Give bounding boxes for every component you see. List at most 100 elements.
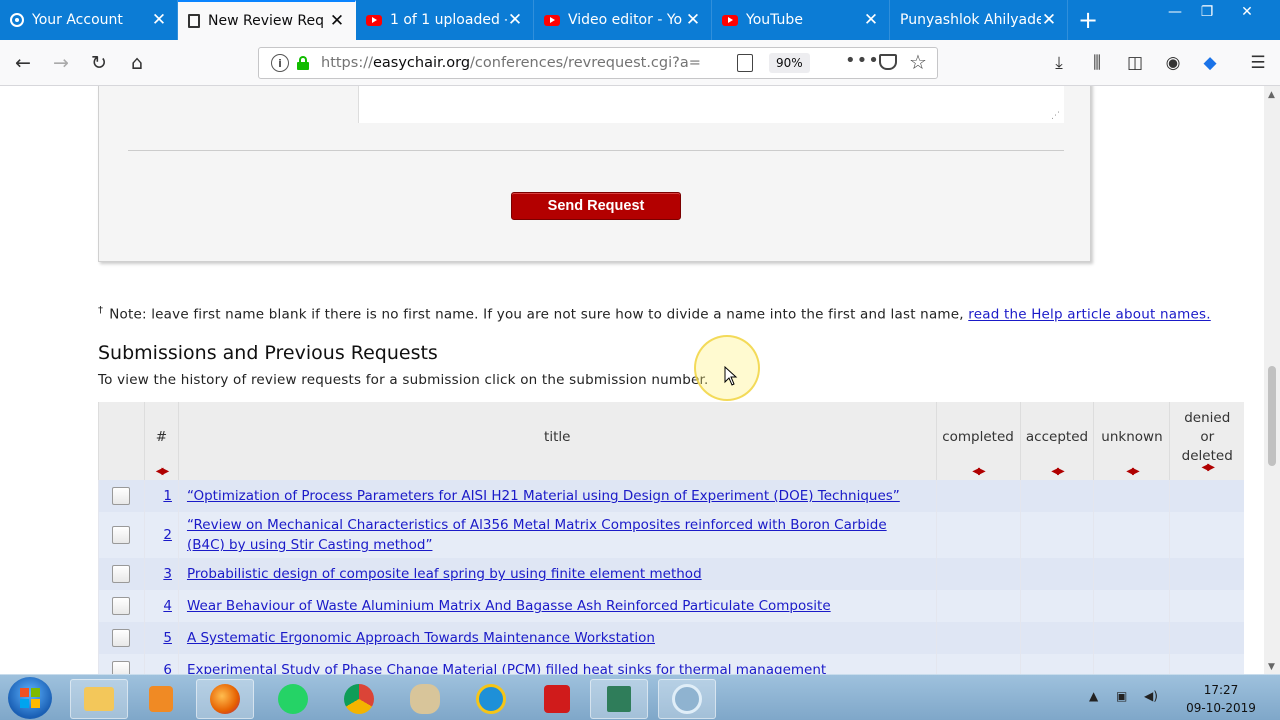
back-arrow-icon[interactable]: ← — [8, 48, 38, 78]
row-checkbox[interactable] — [112, 629, 131, 647]
submission-number-link[interactable]: 4 — [163, 598, 172, 614]
home-icon[interactable]: ⌂ — [122, 48, 152, 78]
row-checkbox[interactable] — [112, 661, 131, 674]
submission-number-link[interactable]: 2 — [163, 527, 172, 543]
tab-label: Video editor - Yo — [568, 12, 683, 28]
resize-grip-icon[interactable]: ⋰ — [1051, 111, 1060, 121]
volume-icon[interactable]: ◀) — [1144, 689, 1158, 703]
close-icon[interactable]: ✕ — [507, 10, 523, 30]
zoom-level[interactable]: 90% — [769, 53, 810, 73]
url-text[interactable]: https://easychair.org/conferences/revreq… — [321, 55, 701, 71]
start-button[interactable] — [8, 677, 52, 719]
reader-view-icon[interactable] — [737, 54, 753, 72]
submission-title-link[interactable]: Probabilistic design of composite leaf s… — [187, 566, 702, 582]
tab-youtube[interactable]: YouTube ✕ — [712, 0, 890, 40]
help-names-link[interactable]: read the Help article about names. — [968, 307, 1211, 323]
unknown-header[interactable]: unknown ◀▶ — [1093, 402, 1170, 480]
page-content: ⋰ Send Request † Note: leave first name b… — [0, 86, 1264, 674]
library-icon[interactable]: ⫼ — [1084, 50, 1110, 76]
table-row: 5 A Systematic Ergonomic Approach Toward… — [98, 622, 1244, 654]
row-checkbox[interactable] — [112, 597, 131, 615]
unknown-cell — [1093, 654, 1170, 674]
internet-explorer-icon[interactable] — [462, 679, 520, 719]
windows-logo-icon — [20, 688, 40, 708]
new-tab-button[interactable]: + — [1068, 0, 1108, 40]
close-icon[interactable]: ✕ — [863, 10, 879, 30]
close-icon[interactable]: ✕ — [329, 11, 345, 31]
page-actions-icon[interactable]: ••• — [845, 50, 880, 71]
sidebar-icon[interactable]: ◫ — [1122, 50, 1148, 76]
submission-number-link[interactable]: 5 — [163, 630, 172, 646]
pocket-icon[interactable] — [879, 54, 897, 70]
system-clock[interactable]: 17:27 09-10-2019 — [1176, 681, 1266, 717]
send-request-button[interactable]: Send Request — [511, 192, 681, 220]
row-checkbox[interactable] — [112, 526, 131, 544]
reload-icon[interactable]: ↻ — [84, 48, 114, 78]
media-player-icon[interactable] — [132, 679, 190, 719]
scroll-down-icon[interactable]: ▼ — [1268, 662, 1275, 672]
denied-cell — [1169, 512, 1244, 558]
sort-arrows-icon[interactable]: ◀▶ — [156, 466, 169, 477]
table-header-row: # ◀▶ title completed ◀▶ accepted ◀▶ unknown… — [98, 402, 1244, 480]
account-icon[interactable]: ◉ — [1160, 50, 1186, 76]
acrobat-icon[interactable] — [528, 679, 586, 719]
row-checkbox[interactable] — [112, 565, 131, 583]
close-icon[interactable]: ✕ — [1041, 10, 1057, 30]
menu-icon[interactable]: ☰ — [1245, 50, 1271, 76]
forward-arrow-icon[interactable]: → — [46, 48, 76, 78]
url-bar[interactable]: i https://easychair.org/conferences/revr… — [258, 47, 938, 79]
accepted-header[interactable]: accepted ◀▶ — [1019, 402, 1094, 480]
window-close-icon[interactable]: ✕ — [1232, 0, 1262, 24]
lock-icon — [297, 56, 309, 70]
sort-arrows-icon[interactable]: ◀▶ — [972, 466, 985, 477]
section-subtext: To view the history of review requests f… — [98, 372, 709, 388]
downloads-icon[interactable]: ⤓ — [1046, 50, 1072, 76]
submission-number-link[interactable]: 6 — [163, 662, 172, 674]
tab-your-account[interactable]: Your Account ✕ — [0, 0, 178, 40]
tab-punyashlok[interactable]: Punyashlok Ahilyade ✕ — [890, 0, 1068, 40]
completed-header[interactable]: completed ◀▶ — [935, 402, 1020, 480]
title-header: title — [177, 402, 937, 480]
minimize-icon[interactable]: — — [1160, 0, 1190, 24]
submission-number-link[interactable]: 1 — [163, 488, 172, 504]
search-app-icon[interactable] — [658, 679, 716, 719]
scroll-up-icon[interactable]: ▲ — [1268, 90, 1275, 100]
submission-title-link[interactable]: Experimental Study of Phase Change Mater… — [187, 662, 826, 674]
maximize-icon[interactable]: ❐ — [1192, 0, 1222, 24]
chrome-icon[interactable] — [330, 679, 388, 719]
sort-arrows-icon[interactable]: ◀▶ — [1051, 466, 1064, 477]
unknown-cell — [1093, 590, 1170, 622]
tab-video-editor[interactable]: Video editor - Yo ✕ — [534, 0, 712, 40]
row-checkbox[interactable] — [112, 487, 131, 505]
submission-number-link[interactable]: 3 — [163, 566, 172, 582]
tray-expand-icon[interactable]: ▲ — [1089, 689, 1098, 703]
table-row: 3 Probabilistic design of composite leaf… — [98, 558, 1244, 590]
file-explorer-icon[interactable] — [70, 679, 128, 719]
submission-title-link[interactable]: “Review on Mechanical Characteristics of… — [187, 517, 887, 553]
network-icon[interactable]: ▣ — [1116, 689, 1127, 703]
message-textarea[interactable]: ⋰ — [358, 86, 1064, 123]
scroll-thumb[interactable] — [1268, 366, 1276, 466]
close-icon[interactable]: ✕ — [151, 10, 167, 30]
request-form: ⋰ Send Request — [98, 86, 1091, 262]
page-scrollbar[interactable]: ▲ ▼ — [1264, 86, 1280, 674]
num-header[interactable]: # ◀▶ — [143, 402, 179, 480]
denied-cell — [1169, 480, 1244, 512]
submission-title-link[interactable]: A Systematic Ergonomic Approach Towards … — [187, 630, 655, 646]
tab-new-review-request[interactable]: New Review Req ✕ — [178, 0, 356, 40]
whatsapp-icon[interactable] — [264, 679, 322, 719]
submission-title-link[interactable]: Wear Behaviour of Waste Aluminium Matrix… — [187, 598, 831, 614]
close-icon[interactable]: ✕ — [685, 10, 701, 30]
info-icon[interactable]: i — [271, 54, 289, 72]
completed-cell — [935, 590, 1020, 622]
submission-title-link[interactable]: “Optimization of Process Parameters for … — [187, 488, 900, 504]
sort-arrows-icon[interactable]: ◀▶ — [1202, 458, 1215, 477]
extension-icon[interactable]: ◆ — [1197, 50, 1223, 76]
tab-uploaded[interactable]: 1 of 1 uploaded - ✕ — [356, 0, 534, 40]
bookmark-star-icon[interactable]: ☆ — [909, 50, 927, 74]
presentation-app-icon[interactable] — [590, 679, 648, 719]
sort-arrows-icon[interactable]: ◀▶ — [1126, 466, 1139, 477]
denied-header[interactable]: denied or deleted ◀▶ — [1169, 402, 1244, 480]
firefox-icon[interactable] — [196, 679, 254, 719]
paint-icon[interactable] — [396, 679, 454, 719]
